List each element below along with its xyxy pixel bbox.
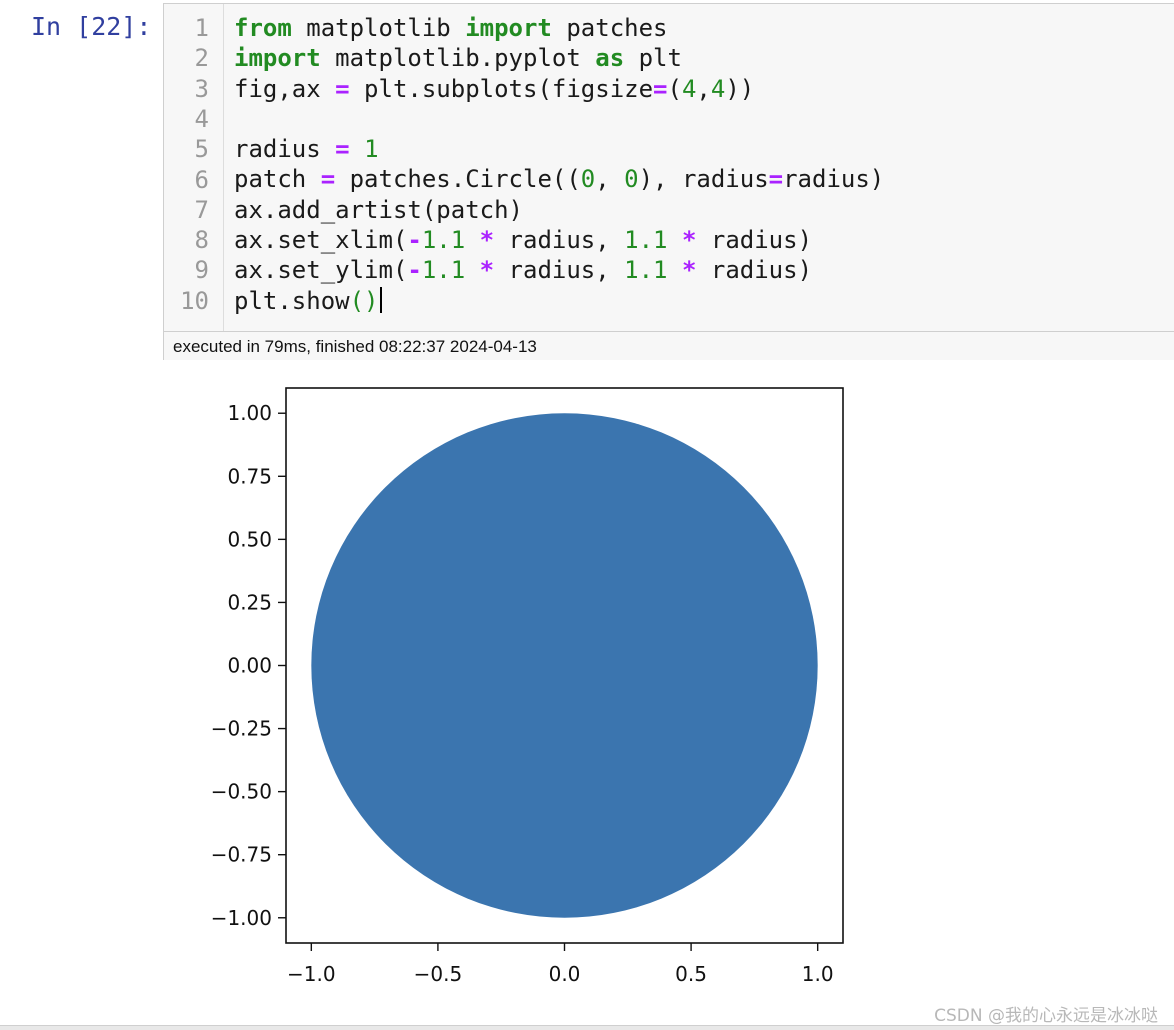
y-tick-label: −1.00 — [211, 906, 272, 930]
watermark-text: CSDN @我的心永远是冰冰哒 — [934, 1006, 1158, 1026]
x-tick-label: 0.5 — [675, 962, 707, 986]
y-tick-label: 0.50 — [227, 527, 272, 551]
x-tick-label: 1.0 — [802, 962, 834, 986]
y-tick-label: 1.00 — [227, 401, 272, 425]
x-tick-label: 0.0 — [549, 962, 581, 986]
y-tick-label: 0.25 — [227, 590, 272, 614]
circle-patch — [311, 413, 818, 918]
bottom-divider — [0, 1025, 1174, 1030]
plot-output: −1.0 −0.5 0.0 0.5 1.0 1.00 0.75 0.50 0.25 0.00 −0.… — [211, 387, 844, 986]
y-tick-label: 0.75 — [227, 464, 272, 488]
x-tick-label: −0.5 — [414, 962, 463, 986]
y-tick-label: −0.75 — [211, 843, 272, 867]
y-tick-label: 0.00 — [227, 654, 272, 678]
x-tick-label: −1.0 — [287, 962, 336, 986]
y-tick-label: −0.25 — [211, 717, 272, 741]
y-tick-label: −0.50 — [211, 780, 272, 804]
